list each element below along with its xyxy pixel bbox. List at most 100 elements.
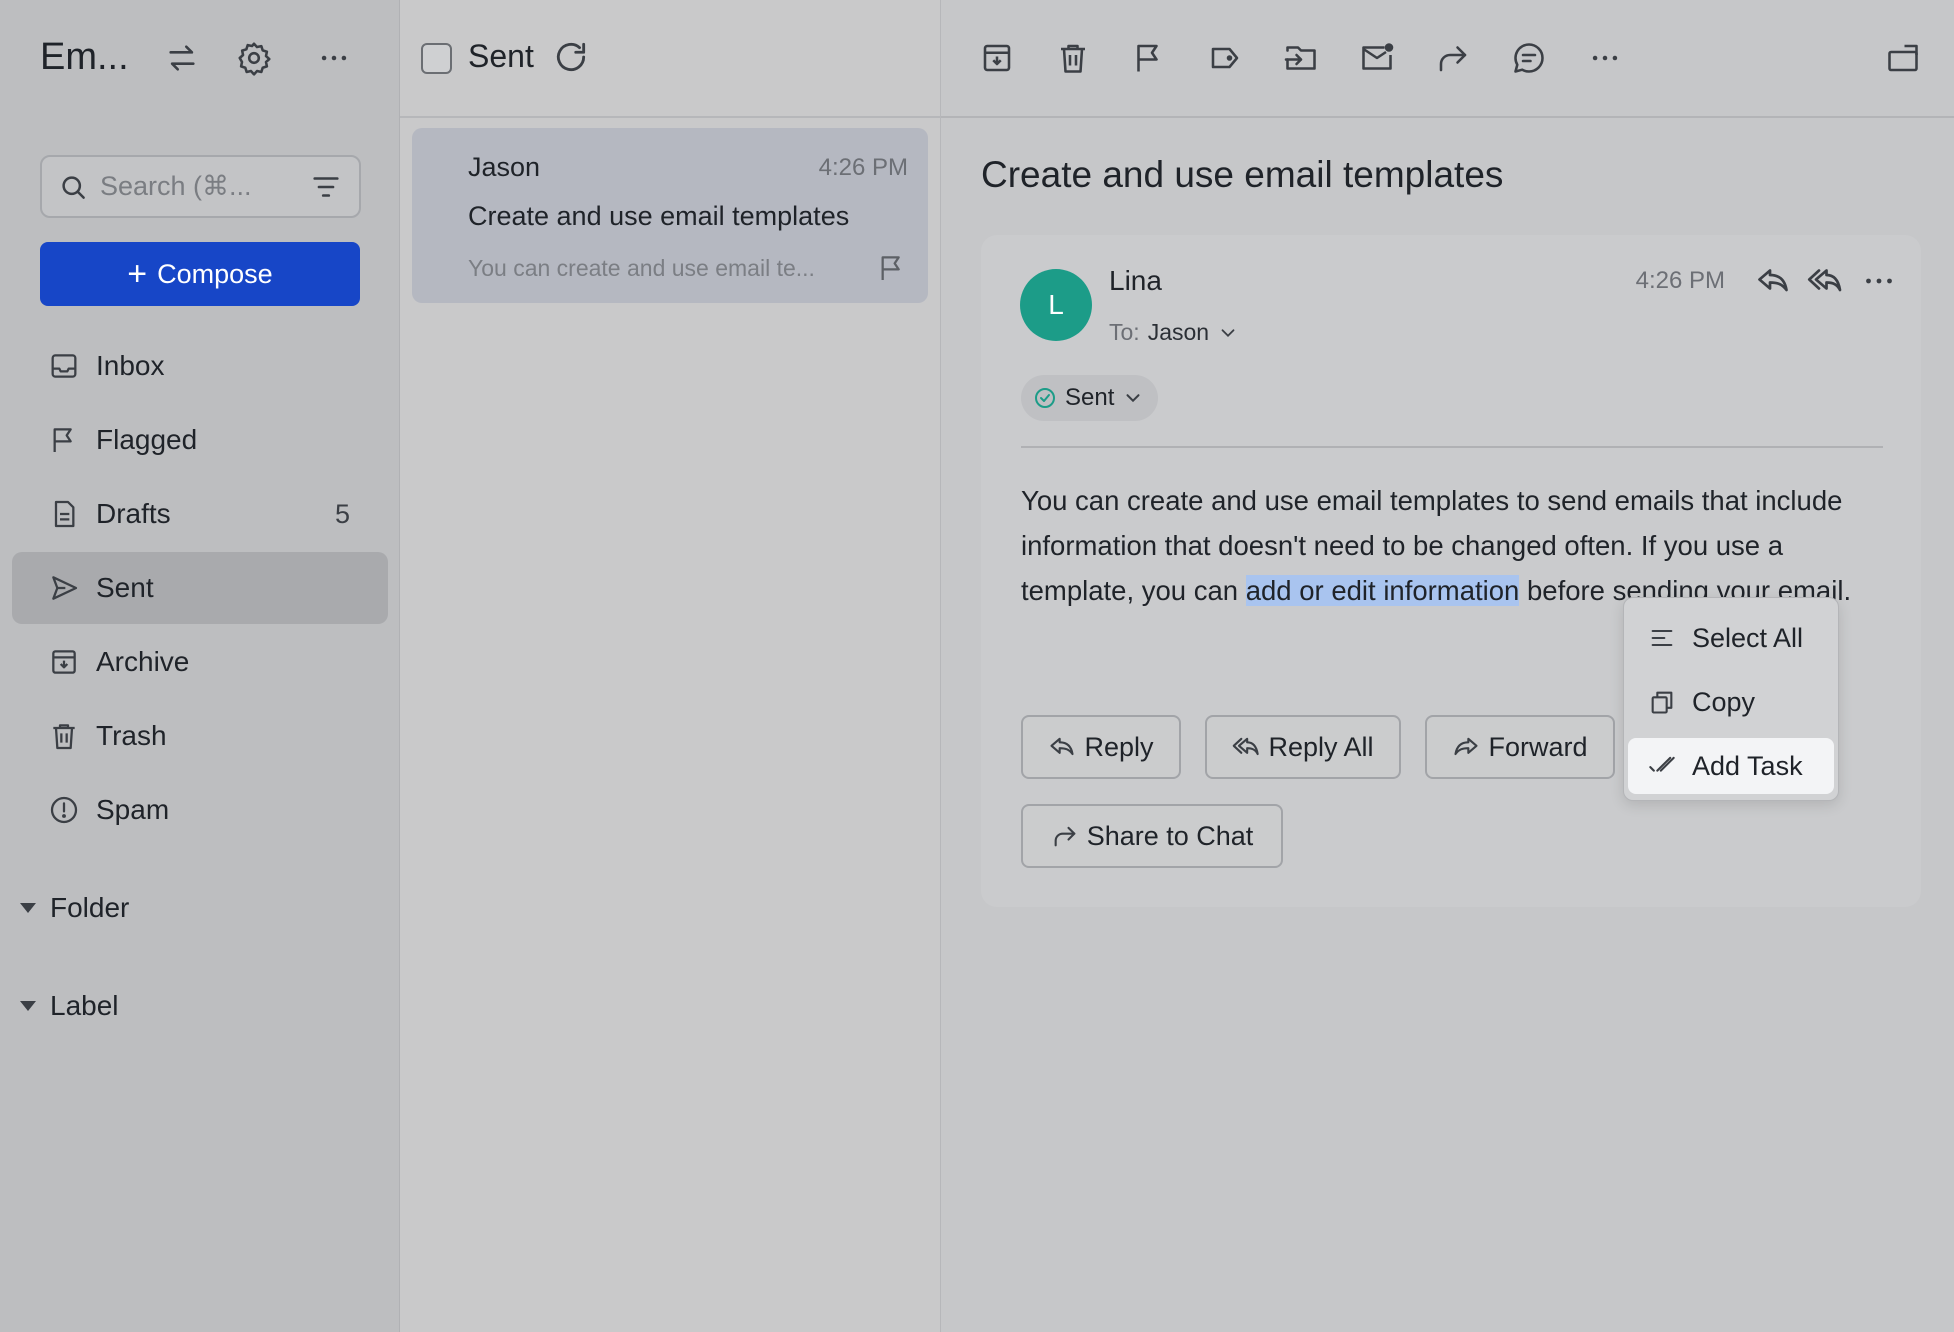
- sidebar-item-drafts[interactable]: Drafts 5: [12, 478, 388, 550]
- search-icon: [62, 175, 85, 199]
- context-menu-label: Copy: [1692, 686, 1756, 717]
- sidebar-item-label: Sent: [96, 572, 154, 603]
- email-time: 4:26 PM: [1635, 267, 1725, 294]
- email-message-card: L Lina To: Jason 4:26 PM Sent You can cr…: [981, 235, 1921, 907]
- sidebar-item-trash[interactable]: Trash: [12, 700, 388, 772]
- reply-button[interactable]: Reply: [1021, 715, 1181, 779]
- context-menu-select-all[interactable]: Select All: [1628, 610, 1834, 666]
- search-input[interactable]: [100, 171, 309, 202]
- forward-button[interactable]: Forward: [1425, 715, 1615, 779]
- drafts-icon: [54, 500, 75, 528]
- context-menu-copy[interactable]: Copy: [1628, 674, 1834, 730]
- message-list-item[interactable]: Jason 4:26 PM Create and use email templ…: [412, 128, 928, 303]
- flag-icon[interactable]: [1129, 38, 1169, 78]
- sidebar-item-spam[interactable]: Spam: [12, 774, 388, 846]
- reply-label: Reply: [1084, 731, 1154, 762]
- caret-down-icon: [20, 903, 36, 913]
- move-to-folder-icon[interactable]: [1281, 38, 1321, 78]
- archive-icon: [52, 650, 76, 674]
- recipients-line[interactable]: To: Jason: [1109, 319, 1239, 346]
- sidebar-item-flagged[interactable]: Flagged: [12, 404, 388, 476]
- spam-icon: [50, 796, 78, 824]
- trash-icon: [53, 724, 75, 750]
- sidebar-item-label: Spam: [96, 794, 170, 825]
- trash-icon[interactable]: [1053, 38, 1093, 78]
- avatar[interactable]: L: [1020, 269, 1092, 341]
- sidebar-item-inbox[interactable]: Inbox: [12, 330, 388, 402]
- more-icon[interactable]: [1585, 38, 1625, 78]
- forward-icon: [1454, 737, 1479, 756]
- sender-name[interactable]: Lina: [1109, 265, 1162, 297]
- context-menu-add-task[interactable]: Add Task: [1628, 738, 1834, 794]
- list-header: Sent: [400, 0, 941, 118]
- label-tag-icon[interactable]: [1205, 38, 1245, 78]
- inbox-icon: [51, 354, 77, 378]
- plus-icon: +: [127, 255, 148, 293]
- status-label: Sent: [1065, 384, 1115, 411]
- flag-icon[interactable]: [876, 252, 908, 284]
- check-circle-icon: [1035, 388, 1055, 408]
- message-list-pane: Sent Jason 4:26 PM Create and use email …: [400, 0, 941, 1332]
- send-icon: [52, 576, 78, 600]
- reply-all-button[interactable]: Reply All: [1205, 715, 1401, 779]
- header-divider: [1021, 446, 1883, 448]
- message-toolbar: [941, 0, 1954, 118]
- label-section-toggle[interactable]: Label: [20, 990, 119, 1022]
- message-preview: You can create and use email te...: [468, 255, 815, 281]
- folder-section-label: Folder: [50, 892, 130, 923]
- sidebar-item-label: Archive: [96, 646, 190, 677]
- select-all-checkbox[interactable]: [421, 43, 452, 74]
- sidebar-item-sent[interactable]: Sent: [12, 552, 388, 624]
- filter-icon[interactable]: [309, 170, 343, 204]
- context-menu-label: Select All: [1692, 622, 1804, 653]
- selected-text: add or edit information: [1245, 575, 1520, 606]
- refresh-icon[interactable]: [552, 38, 590, 76]
- app-title: Em...: [40, 36, 129, 78]
- email-subject: Create and use email templates: [981, 154, 1504, 195]
- sidebar-item-label: Trash: [96, 720, 167, 751]
- compose-label: Compose: [157, 258, 273, 289]
- sidebar: Em... + Compose Inbox Flagged Drafts 5 S…: [0, 0, 400, 1332]
- reply-all-label: Reply All: [1268, 731, 1374, 762]
- sent-status-dropdown[interactable]: Sent: [1021, 375, 1159, 421]
- archive-icon[interactable]: [977, 38, 1017, 78]
- more-icon[interactable]: [1861, 263, 1897, 299]
- compose-button[interactable]: + Compose: [40, 242, 360, 306]
- switch-account-icon[interactable]: [162, 38, 202, 78]
- mark-unread-icon[interactable]: [1357, 38, 1397, 78]
- drafts-count: 5: [334, 498, 350, 529]
- forward-icon[interactable]: [1433, 38, 1473, 78]
- sidebar-item-label: Drafts: [96, 498, 171, 529]
- copy-icon: [1651, 691, 1673, 714]
- reply-all-icon: [1233, 737, 1260, 756]
- reply-icon[interactable]: [1755, 263, 1791, 299]
- recipient-name: Jason: [1147, 319, 1210, 345]
- sidebar-item-label: Inbox: [96, 350, 165, 381]
- caret-down-icon: [20, 1001, 36, 1011]
- sidebar-item-archive[interactable]: Archive: [12, 626, 388, 698]
- gear-icon[interactable]: [234, 38, 274, 78]
- chat-icon[interactable]: [1509, 38, 1549, 78]
- reply-icon: [1050, 737, 1075, 756]
- message-sender: Jason: [468, 152, 541, 182]
- more-icon[interactable]: [314, 38, 354, 78]
- reply-all-icon[interactable]: [1807, 263, 1843, 299]
- open-in-new-window-icon[interactable]: [1883, 38, 1923, 78]
- sidebar-item-label: Flagged: [96, 424, 198, 455]
- select-all-icon: [1651, 629, 1673, 647]
- message-subject: Create and use email templates: [468, 201, 850, 231]
- label-section-label: Label: [50, 990, 119, 1021]
- email-body[interactable]: You can create and use email templates t…: [1021, 478, 1901, 613]
- flag-icon: [53, 428, 72, 452]
- forward-label: Forward: [1488, 731, 1588, 762]
- add-task-icon: [1649, 756, 1675, 772]
- list-title: Sent: [468, 38, 534, 74]
- message-time: 4:26 PM: [818, 154, 908, 181]
- chevron-down-icon[interactable]: [1217, 322, 1239, 344]
- share-to-chat-button[interactable]: Share to Chat: [1021, 804, 1283, 868]
- share-to-chat-label: Share to Chat: [1086, 820, 1254, 851]
- folder-section-toggle[interactable]: Folder: [20, 892, 129, 924]
- search-box[interactable]: [40, 155, 361, 218]
- chevron-down-icon: [1126, 394, 1140, 403]
- context-menu: Select All Copy Add Task: [1623, 597, 1839, 801]
